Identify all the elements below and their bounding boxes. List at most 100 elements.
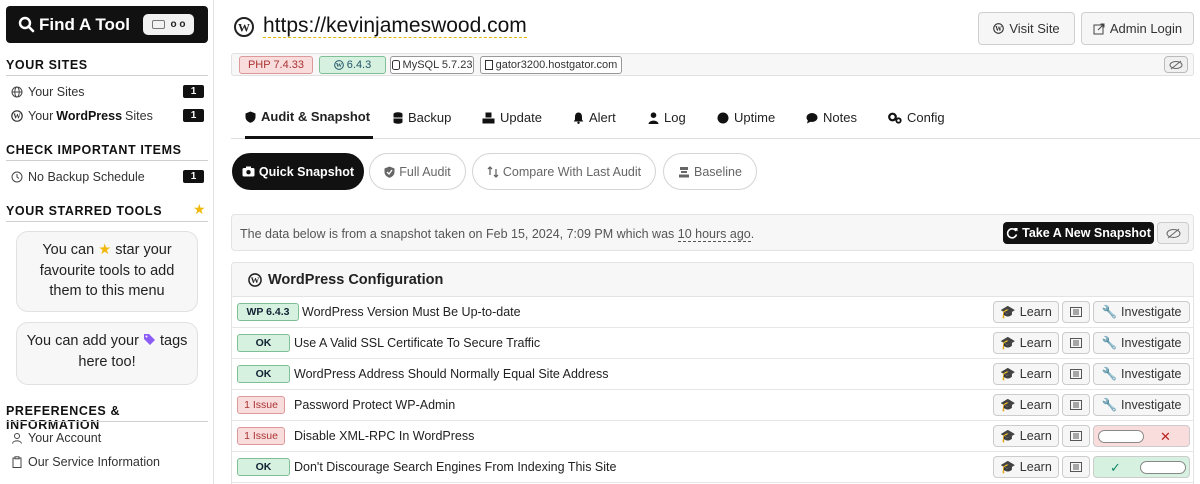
learn-button[interactable]: 🎓 Learn xyxy=(993,456,1059,478)
clock-icon xyxy=(10,171,23,184)
eye-slash-icon xyxy=(1169,60,1183,69)
status-badge: 1 Issue xyxy=(237,396,285,414)
table-row: OK Don't Discourage Search Engines From … xyxy=(232,452,1193,483)
sidebar-item-prefix: Your xyxy=(28,109,54,123)
learn-button[interactable]: 🎓 Learn xyxy=(993,363,1059,385)
starred-tools-hint: You can ★ star your favourite tools to a… xyxy=(16,231,198,312)
tab-config[interactable]: Config xyxy=(888,97,945,138)
snapshot-info-text: The data below is from a snapshot taken … xyxy=(240,227,754,242)
svg-text:W: W xyxy=(251,275,260,285)
learn-label: Learn xyxy=(1019,398,1052,412)
sidebar-item-bold: WordPress xyxy=(56,109,123,123)
investigate-button[interactable]: 🔧 Investigate xyxy=(1093,394,1190,416)
list-icon xyxy=(1070,338,1082,348)
wrench-icon: 🔧 xyxy=(1101,397,1118,412)
status-badge: OK xyxy=(237,334,290,352)
details-button[interactable] xyxy=(1062,332,1090,354)
learn-button[interactable]: 🎓 Learn xyxy=(993,425,1059,447)
sidebar-item-your-account[interactable]: Your Account xyxy=(10,429,206,447)
mysql-badge: MySQL 5.7.23 xyxy=(390,56,474,74)
snapshot-info-bar: The data below is from a snapshot taken … xyxy=(231,214,1194,251)
subtab-label: Compare With Last Audit xyxy=(502,164,642,179)
learn-label: Learn xyxy=(1019,305,1052,319)
learn-button[interactable]: 🎓 Learn xyxy=(993,332,1059,354)
graduation-cap-icon: 🎓 xyxy=(1000,335,1016,350)
host-text: gator3200.hostgator.com xyxy=(495,59,618,71)
sidebar: Find A Tool o o YOUR SITES Your Sites 1 … xyxy=(0,0,214,484)
snapshot-relative-time: 10 hours ago xyxy=(677,227,751,242)
graduation-cap-icon: 🎓 xyxy=(1000,397,1016,412)
list-icon xyxy=(1070,400,1082,410)
learn-button[interactable]: 🎓 Learn xyxy=(993,394,1059,416)
tab-label: Config xyxy=(907,110,945,125)
hide-info-button[interactable] xyxy=(1164,56,1188,73)
investigate-button[interactable]: 🔧 Investigate xyxy=(1093,363,1190,385)
subtab-compare-last-audit[interactable]: Compare With Last Audit xyxy=(472,153,656,190)
visit-site-label: Visit Site xyxy=(1009,21,1060,36)
sidebar-item-label: Your Account xyxy=(28,431,102,445)
tab-log[interactable]: Log xyxy=(648,97,686,138)
learn-label: Learn xyxy=(1019,429,1052,443)
table-row: OK Use A Valid SSL Certificate To Secure… xyxy=(232,328,1193,359)
tab-notes[interactable]: Notes xyxy=(806,97,857,138)
investigate-button[interactable]: 🔧 Investigate xyxy=(1093,301,1190,323)
hide-snapshot-button[interactable] xyxy=(1157,222,1189,244)
toggle-track xyxy=(1140,461,1186,474)
admin-login-label: Admin Login xyxy=(1109,21,1183,36)
tab-alert[interactable]: Alert xyxy=(573,97,616,138)
learn-button[interactable]: 🎓 Learn xyxy=(993,301,1059,323)
take-new-snapshot-button[interactable]: Take A New Snapshot xyxy=(1003,222,1154,244)
site-url[interactable]: https://kevinjameswood.com xyxy=(263,15,527,38)
subtab-baseline[interactable]: Baseline xyxy=(663,153,757,190)
details-button[interactable] xyxy=(1062,363,1090,385)
xmlrpc-toggle[interactable]: ✕ xyxy=(1093,425,1190,447)
bell-icon xyxy=(573,112,584,124)
sidebar-item-your-sites[interactable]: Your Sites 1 xyxy=(10,83,206,101)
investigate-button[interactable]: 🔧 Investigate xyxy=(1093,332,1190,354)
learn-label: Learn xyxy=(1019,367,1052,381)
visit-site-button[interactable]: W Visit Site xyxy=(978,12,1075,45)
tab-label: Log xyxy=(664,110,686,125)
tab-update[interactable]: Update xyxy=(482,97,542,138)
details-button[interactable] xyxy=(1062,456,1090,478)
tab-label: Audit & Snapshot xyxy=(261,109,371,124)
star-icon: ★ xyxy=(193,201,206,217)
tab-label: Update xyxy=(500,110,542,125)
search-engine-toggle[interactable]: ✓ xyxy=(1093,456,1190,478)
sidebar-item-no-backup-schedule[interactable]: No Backup Schedule 1 xyxy=(10,168,206,186)
check-description: Use A Valid SSL Certificate To Secure Tr… xyxy=(294,336,541,350)
wordpress-icon: W xyxy=(234,16,254,37)
tag-icon xyxy=(143,333,156,349)
tab-uptime[interactable]: Uptime xyxy=(717,97,775,138)
camera-icon xyxy=(242,166,255,177)
tags-hint: You can add your tags here too! xyxy=(16,322,198,385)
subtab-quick-snapshot[interactable]: Quick Snapshot xyxy=(232,153,364,190)
table-row: 1 Issue Password Protect WP-Admin 🎓 Learn… xyxy=(232,390,1193,421)
comment-icon xyxy=(806,112,818,123)
admin-login-button[interactable]: Admin Login xyxy=(1081,12,1194,45)
subtab-full-audit[interactable]: Full Audit xyxy=(369,153,466,190)
list-icon xyxy=(1070,462,1082,472)
sidebar-item-wordpress-sites[interactable]: W Your WordPress Sites 1 xyxy=(10,107,206,125)
graduation-cap-icon: 🎓 xyxy=(1000,428,1016,443)
details-button[interactable] xyxy=(1062,301,1090,323)
wordpress-icon: W xyxy=(10,110,23,123)
details-button[interactable] xyxy=(1062,394,1090,416)
database-icon xyxy=(393,111,403,124)
wrench-icon: 🔧 xyxy=(1101,335,1118,350)
sidebar-item-service-information[interactable]: Our Service Information xyxy=(10,453,206,471)
sidebar-item-label: Your Sites xyxy=(28,85,85,99)
external-link-icon xyxy=(1093,23,1105,34)
app: Find A Tool o o YOUR SITES Your Sites 1 … xyxy=(0,0,1200,484)
compare-arrows-icon xyxy=(487,165,499,178)
investigate-label: Investigate xyxy=(1121,336,1182,350)
close-icon: ✕ xyxy=(1160,429,1171,444)
details-button[interactable] xyxy=(1062,425,1090,447)
tab-audit-snapshot[interactable]: Audit & Snapshot xyxy=(245,97,373,139)
find-tool-button[interactable]: Find A Tool o o xyxy=(6,6,208,43)
wordpress-icon: W xyxy=(993,23,1005,34)
tab-backup[interactable]: Backup xyxy=(393,97,451,138)
tab-label: Backup xyxy=(408,110,452,125)
svg-text:W: W xyxy=(13,112,21,121)
status-badge: WP 6.4.3 xyxy=(237,303,299,321)
